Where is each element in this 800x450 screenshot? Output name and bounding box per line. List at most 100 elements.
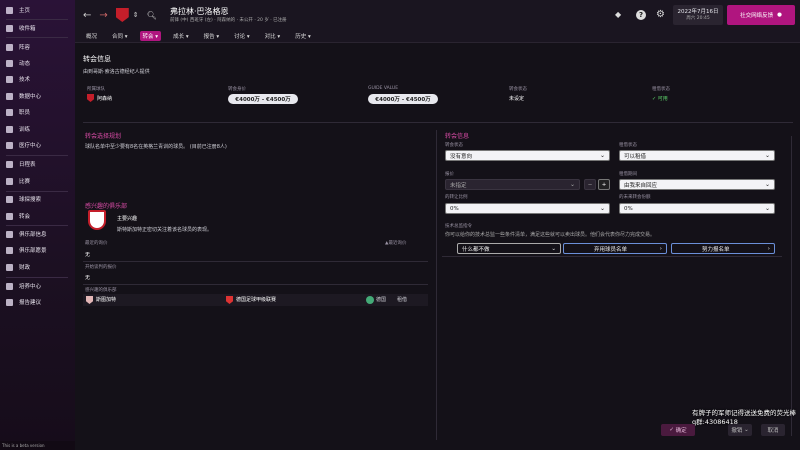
sidebar-item-finances[interactable]: 财政 <box>0 261 75 273</box>
tab-discuss[interactable]: 讨论 ▾ <box>231 31 253 41</box>
divider <box>83 284 428 285</box>
tab-contract[interactable]: 合同 ▾ <box>109 31 131 41</box>
sidebar-item-club-info[interactable]: 俱乐部信息 <box>0 228 75 240</box>
sell-on-dropdown[interactable]: 0% ⌄ <box>445 203 610 214</box>
arsenal-badge-icon <box>87 94 94 102</box>
sidebar-item-tactics[interactable]: 技术 <box>0 73 75 85</box>
competitions-icon <box>6 177 13 185</box>
club-info-icon <box>6 230 13 238</box>
director-instructions-text: 你可以给你的技术总监一些条件清单，满足这些就可以卖出球员。他们会代表你尽力完成交… <box>445 232 656 238</box>
sidebar-item-development[interactable]: 培养中心 <box>0 280 75 292</box>
interested-clubs-header: 感兴趣的俱乐部 <box>85 288 117 293</box>
negotiation-header: 开始谈判的报价 <box>85 265 117 270</box>
divider <box>83 122 793 123</box>
chevron-down-icon: ⌄ <box>569 181 575 188</box>
tab-compare[interactable]: 对比 ▾ <box>262 31 284 41</box>
chevron-down-icon: ⌄ <box>764 181 770 188</box>
divider <box>6 225 68 226</box>
loan-status-label: 租借状态 <box>652 87 670 92</box>
chevron-down-icon: ⌄ <box>599 152 605 159</box>
forward-arrow-icon[interactable]: → <box>99 10 107 21</box>
overlay-line-2: q群:43086418 <box>692 418 738 426</box>
asking-price-label: 报价 <box>445 172 454 177</box>
guide-value-label: GUIDE VALUE <box>368 86 399 91</box>
sidebar-item-competitions[interactable]: 比赛 <box>0 175 75 187</box>
player-subtitle: 前锋 (中) 西班牙 (左) · 阿森纳的 · 未公开 · 20 岁 · 已注册 <box>170 18 287 23</box>
chevron-down-icon: ⌄ <box>764 205 770 212</box>
transfer-info-subtitle: 由到哥斯·索洛古德经纪人提供 <box>83 69 150 75</box>
tab-history[interactable]: 历史 ▾ <box>292 31 314 41</box>
scouting-icon <box>6 195 13 203</box>
sidebar-item-training[interactable]: 训练 <box>0 123 75 135</box>
recent-offers-sort[interactable]: ▲最近询价 <box>385 240 406 246</box>
overlay-line-1: 有牌子的军师记得送送免费的荧光棒 <box>692 409 796 417</box>
sidebar-item-staff[interactable]: 职员 <box>0 106 75 118</box>
medical-icon <box>6 141 13 149</box>
decrement-button[interactable]: − <box>584 179 596 190</box>
sidebar: 主页 收件箱 阵容 动态 技术 数据中心 职员 训练 医疗中心 日程表 比赛 球… <box>0 0 75 450</box>
divider <box>6 191 68 192</box>
transfer-value-label: 转会身价 <box>228 87 246 92</box>
transfers-icon <box>6 212 13 220</box>
loan-status-value: ✓ 可用 <box>652 96 668 102</box>
sidebar-item-report[interactable]: 报告建议 <box>0 296 75 308</box>
club-switch-icon[interactable]: ⇕ <box>133 11 139 19</box>
do-nothing-dropdown[interactable]: 什么都不做 ⌄ <box>457 243 561 254</box>
interested-club-league[interactable]: 德国足球甲级联赛 <box>236 296 276 303</box>
social-feed-button[interactable]: 社交网络反馈 ● <box>727 5 795 25</box>
chevron-down-icon: ⌄ <box>764 152 770 159</box>
transfer-plans-text: 球队名单中至少要有8名在英格兰青训的球员。 (目前已注册8人) <box>85 144 227 150</box>
player-name: 弗拉林·巴洛格恩 <box>170 7 229 16</box>
content-area: 转会信息 由到哥斯·索洛古德经纪人提供 所属球队 阿森纳 转会身价 €4000万… <box>75 44 800 450</box>
sidebar-item-medical[interactable]: 医疗中心 <box>0 139 75 151</box>
settings-icon[interactable]: ⚙ <box>656 10 666 20</box>
increment-button[interactable]: + <box>598 179 610 190</box>
loan-status-dropdown[interactable]: 可以租借 ⌄ <box>619 150 775 161</box>
tab-development[interactable]: 成长 ▾ <box>170 31 192 41</box>
future-fee-dropdown[interactable]: 0% ⌄ <box>619 203 775 214</box>
loan-duration-dropdown[interactable]: 由我来自回应 ⌄ <box>619 179 775 190</box>
tab-overview[interactable]: 概况 <box>83 31 100 41</box>
stuttgart-crest-icon <box>88 210 106 230</box>
fm-logo-icon[interactable]: ◆ <box>615 10 625 20</box>
sidebar-item-home[interactable]: 主页 <box>0 4 75 16</box>
main-panel: ← → ⇕ 🔍︎ 弗拉林·巴洛格恩 前锋 (中) 西班牙 (左) · 阿森纳的 … <box>75 0 800 450</box>
sidebar-item-club-vision[interactable]: 俱乐部愿景 <box>0 244 75 256</box>
check-icon: ✓ <box>669 427 674 433</box>
asking-price-field[interactable]: 未指定 ⌄ <box>445 179 580 190</box>
tab-transfer[interactable]: 转会 ▾ <box>139 31 162 41</box>
back-arrow-icon[interactable]: ← <box>83 10 91 21</box>
confirm-button[interactable]: ✓ 确定 <box>661 424 695 436</box>
interested-clubs-title: 感兴趣的俱乐部 <box>85 203 128 210</box>
beta-notice: This is a beta version <box>0 441 75 450</box>
club-crest-icon[interactable] <box>115 8 129 22</box>
help-icon[interactable]: ? <box>636 10 646 20</box>
date-box[interactable]: 2022年7月16日 周六 20:45 <box>673 5 723 25</box>
sidebar-item-scouting[interactable]: 球探搜索 <box>0 193 75 205</box>
divider <box>83 261 428 262</box>
transfer-value-pill: €4000万 - €4500万 <box>228 94 298 104</box>
sidebar-item-schedule[interactable]: 日程表 <box>0 158 75 170</box>
chevron-down-icon: ⌄ <box>551 245 556 252</box>
sidebar-item-dynamics[interactable]: 动态 <box>0 57 75 69</box>
search-icon[interactable]: 🔍︎ <box>147 11 157 20</box>
owner-club-value[interactable]: 阿森纳 <box>97 95 112 102</box>
sidebar-item-data-hub[interactable]: 数据中心 <box>0 90 75 102</box>
tab-reports[interactable]: 报告 ▾ <box>201 31 223 41</box>
squad-icon <box>6 43 13 51</box>
nation-flag-icon <box>366 296 374 304</box>
transfer-list-button[interactable]: 弃用球员名单 › <box>563 243 667 254</box>
sidebar-item-squad[interactable]: 阵容 <box>0 41 75 53</box>
development-icon <box>6 282 13 290</box>
interested-club-status: 租借 <box>397 297 408 303</box>
loan-list-button[interactable]: 努力报名单 › <box>671 243 775 254</box>
chevron-right-icon: › <box>767 245 770 252</box>
dynamics-icon <box>6 59 13 67</box>
interested-club-name[interactable]: 斯图加特 <box>96 296 116 303</box>
table-row[interactable]: 斯图加特 德国足球甲级联赛 德国 租借 <box>83 294 428 306</box>
owner-club-label: 所属球队 <box>87 87 105 92</box>
sidebar-item-transfers[interactable]: 转会 <box>0 210 75 222</box>
divider <box>6 277 68 278</box>
transfer-status-dropdown[interactable]: 没有意向 ⌄ <box>445 150 610 161</box>
sidebar-item-inbox[interactable]: 收件箱 <box>0 22 75 34</box>
